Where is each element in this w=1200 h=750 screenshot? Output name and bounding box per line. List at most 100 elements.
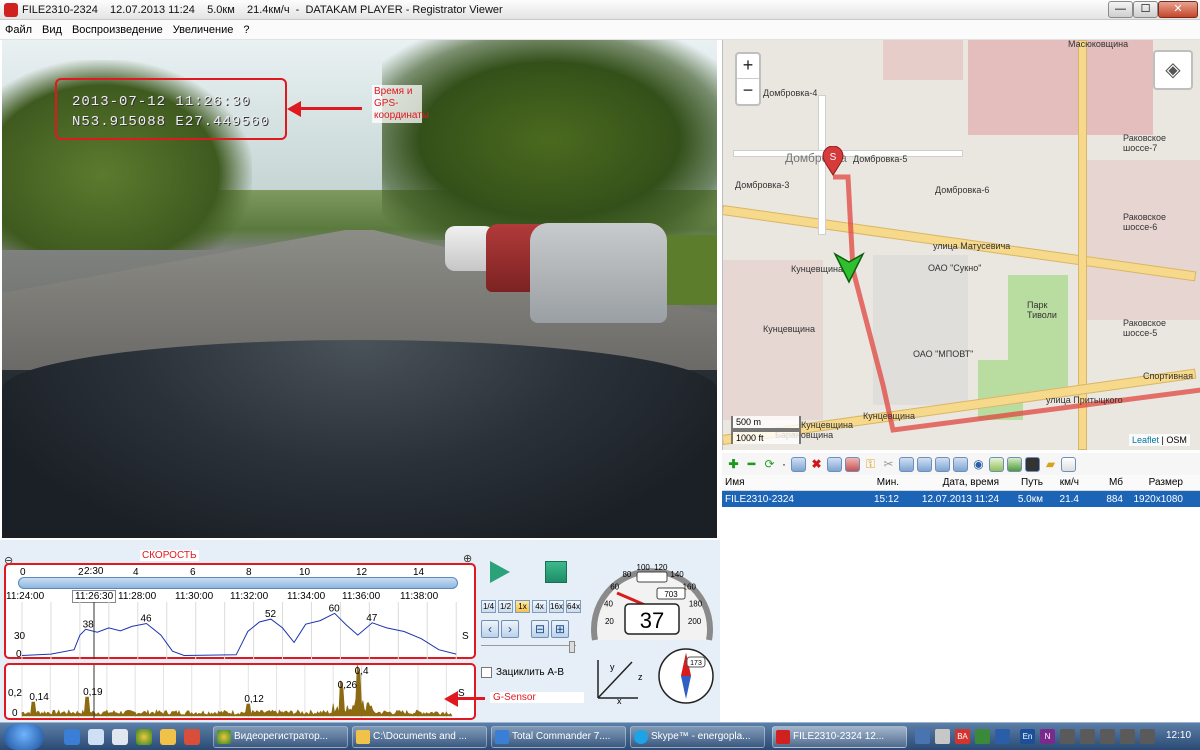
notes-icon[interactable]	[1061, 456, 1076, 472]
map-zoom-out-button[interactable]: −	[737, 79, 759, 104]
timeline-scrollbar[interactable]	[18, 577, 458, 589]
copy-icon[interactable]	[791, 456, 806, 472]
maximize-button[interactable]: ☐	[1133, 1, 1158, 18]
file-list-header: Имя Мин. Дата, время Путь км/ч Мб Размер	[722, 475, 1200, 491]
task-browser[interactable]: Видеорегистратор...	[213, 726, 348, 748]
task-datakam-player[interactable]: FILE2310-2324 12...	[772, 726, 907, 748]
column-path[interactable]: Путь	[1002, 477, 1046, 488]
tray-icon[interactable]	[1120, 729, 1135, 744]
layers-icon[interactable]: ◈	[1153, 50, 1193, 90]
loop-ab-checkbox[interactable]	[481, 667, 492, 678]
column-size[interactable]: Размер	[1126, 477, 1186, 488]
speed-quarter-button[interactable]: 1/4	[481, 600, 496, 613]
quicklaunch-desktop-icon[interactable]	[88, 729, 104, 745]
column-name[interactable]: Имя	[722, 477, 862, 488]
globe-icon[interactable]: ◉	[971, 457, 986, 472]
timeline-time-tick: 11:32:00	[230, 591, 269, 602]
speed-unit: S	[462, 631, 469, 642]
crop-icon[interactable]	[917, 456, 932, 472]
fullscreen-icon[interactable]	[1025, 456, 1040, 472]
zoom-out-video-icon[interactable]: ⊟	[531, 620, 549, 638]
remove-file-icon[interactable]: ━	[744, 457, 759, 472]
tray-icon[interactable]	[995, 729, 1010, 744]
quicklaunch-folder-icon[interactable]	[160, 729, 176, 745]
timeline-minute-tick: 12	[356, 567, 368, 578]
tray-icon[interactable]	[1060, 729, 1075, 744]
file-path-km: 5.0км	[1017, 493, 1043, 505]
leaflet-link[interactable]: Leaflet	[1132, 435, 1159, 445]
volume-slider[interactable]	[481, 645, 576, 651]
column-speed[interactable]: км/ч	[1046, 477, 1082, 488]
save-icon[interactable]	[827, 456, 842, 472]
tray-antivirus-icon[interactable]: ВА	[955, 729, 970, 744]
tray-icon[interactable]	[935, 729, 950, 744]
speed-64x-button[interactable]: 64x	[566, 600, 581, 613]
tray-icon[interactable]	[975, 729, 990, 744]
route-start-marker[interactable]: S	[822, 146, 844, 176]
menu-playback[interactable]: Воспроизведение	[67, 24, 168, 36]
key-icon[interactable]: ⚿	[863, 457, 878, 472]
menu-view[interactable]: Вид	[37, 24, 67, 36]
tray-network-icon[interactable]	[1080, 729, 1095, 744]
loop-ab-option[interactable]: Зациклить А-В	[481, 667, 564, 678]
zoom-rect-icon[interactable]	[935, 456, 950, 472]
gauge-tick-label: 60	[610, 583, 619, 592]
taskbar: Видеорегистратор... C:\Documents and ...…	[0, 722, 1200, 750]
menu-zoom[interactable]: Увеличение	[168, 24, 239, 36]
speed-4x-button[interactable]: 4x	[532, 600, 547, 613]
speed-half-button[interactable]: 1/2	[498, 600, 513, 613]
tray-language-indicator[interactable]: En	[1020, 729, 1035, 744]
column-datetime[interactable]: Дата, время	[902, 477, 1002, 488]
timeline-time-tick: 11:30:00	[175, 591, 214, 602]
speed-16x-button[interactable]: 16x	[549, 600, 564, 613]
gauge-tick-label: 120	[654, 563, 668, 572]
play-button[interactable]	[490, 561, 510, 583]
menu-file[interactable]: Файл	[0, 24, 37, 36]
zoom-in-video-icon[interactable]: ⊞	[551, 620, 569, 638]
folder-icon[interactable]: ▰	[1043, 457, 1058, 472]
column-minutes[interactable]: Мин.	[862, 477, 902, 488]
quicklaunch-ie-icon[interactable]	[64, 729, 80, 745]
current-position-arrow-icon	[833, 252, 865, 284]
map-label: Кунцевщина	[801, 420, 853, 430]
video-frame[interactable]: 2013-07-12 11:26:30 N53.915088 E27.44956…	[2, 40, 717, 538]
tray-icon[interactable]	[915, 729, 930, 744]
screenshot-icon[interactable]	[899, 456, 914, 472]
file-list-row[interactable]: FILE2310-2324 15:12 12.07.2013 11:24 5.0…	[722, 491, 1200, 507]
speed-chart[interactable]: 38 46 52 60 47 30 0 S	[4, 602, 476, 659]
find-icon[interactable]	[953, 456, 968, 472]
map-zoom-in-button[interactable]: +	[737, 54, 759, 79]
map-icon[interactable]	[1007, 456, 1022, 472]
next-frame-button[interactable]: ›	[501, 620, 519, 638]
quicklaunch-chrome-icon[interactable]	[136, 729, 152, 745]
tray-volume-icon[interactable]	[1140, 729, 1155, 744]
prev-frame-button[interactable]: ‹	[481, 620, 499, 638]
map-label: улица Притыцкого	[1046, 395, 1123, 405]
stop-button[interactable]	[545, 561, 567, 583]
file-resolution: 1920x1080	[1133, 493, 1184, 505]
map-label: Домбровка-4	[763, 88, 818, 98]
export-icon[interactable]	[845, 456, 860, 472]
start-button[interactable]	[4, 724, 44, 750]
add-file-icon[interactable]: ✚	[726, 457, 741, 472]
quicklaunch-app-icon[interactable]	[184, 729, 200, 745]
map-panel[interactable]: Масюковщина Домбровка-4 Домбровка-5 Домб…	[722, 40, 1200, 450]
close-button[interactable]: ✕	[1158, 1, 1198, 18]
g-sensor-chart[interactable]: 0,14 0,190,120,260,4 0,2 0 S	[6, 665, 474, 718]
cut-icon[interactable]: ✂	[881, 457, 896, 472]
task-total-commander[interactable]: Total Commander 7....	[491, 726, 626, 748]
chart-icon[interactable]	[989, 456, 1004, 472]
quicklaunch-save-icon[interactable]	[112, 729, 128, 745]
task-explorer[interactable]: C:\Documents and ...	[352, 726, 487, 748]
speed-1x-button[interactable]: 1x	[515, 600, 530, 613]
task-skype[interactable]: Skype™ - energopla...	[630, 726, 765, 748]
map-label: Домбровка-6	[935, 185, 990, 195]
tray-onenote-icon[interactable]: N	[1040, 729, 1055, 744]
minimize-button[interactable]: —	[1108, 1, 1133, 18]
delete-icon[interactable]: ✖	[809, 457, 824, 472]
menu-help[interactable]: ?	[238, 24, 254, 36]
column-mb[interactable]: Мб	[1082, 477, 1126, 488]
tray-power-icon[interactable]	[1100, 729, 1115, 744]
refresh-icon[interactable]: ⟳	[762, 457, 777, 472]
volume-slider-knob[interactable]	[569, 641, 575, 653]
